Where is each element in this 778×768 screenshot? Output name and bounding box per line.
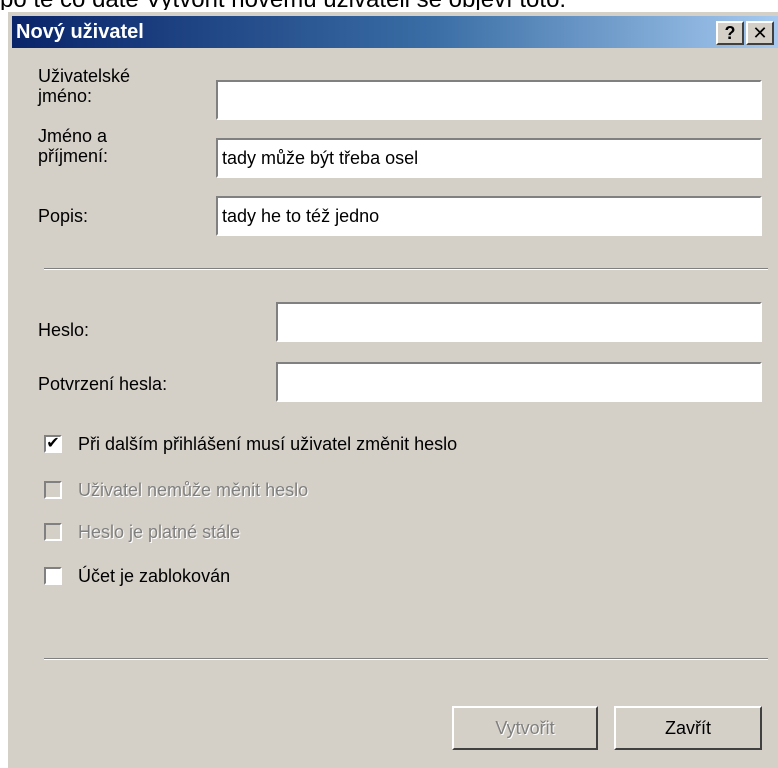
- password-confirm-input[interactable]: [276, 362, 762, 402]
- checkbox-cannot-change-password-box: [44, 481, 62, 499]
- checkbox-must-change-password[interactable]: ✔ Při dalším přihlášení musí uživatel zm…: [44, 432, 457, 456]
- new-user-dialog: Nový uživatel ? ✕ Uživatelské jméno: Jmé…: [6, 10, 778, 768]
- titlebar[interactable]: Nový uživatel ? ✕: [12, 16, 778, 48]
- checkbox-must-change-password-label: Při dalším přihlášení musí uživatel změn…: [78, 433, 458, 454]
- password-label: Heslo:: [38, 320, 90, 340]
- page-caption: po té co dáte Vytvořit novému uživateli …: [0, 0, 778, 10]
- username-input[interactable]: [216, 80, 762, 120]
- close-button[interactable]: Zavřít: [614, 706, 762, 750]
- separator-top: [44, 268, 768, 270]
- close-window-button[interactable]: ✕: [746, 21, 774, 45]
- create-button[interactable]: Vytvořit: [452, 706, 598, 750]
- fullname-label-line2: příjmení:: [38, 146, 109, 166]
- checkbox-must-change-password-box[interactable]: ✔: [44, 435, 62, 453]
- checkbox-cannot-change-password: Uživatel nemůže měnit heslo: [44, 478, 308, 502]
- help-button[interactable]: ?: [716, 21, 744, 45]
- checkbox-cannot-change-password-label: Uživatel nemůže měnit heslo: [78, 479, 309, 500]
- username-label: Uživatelské jméno:: [38, 66, 130, 106]
- description-label: Popis:: [38, 206, 89, 226]
- checkbox-password-never-expires: Heslo je platné stále: [44, 520, 240, 544]
- checkbox-password-never-expires-box: [44, 523, 62, 541]
- username-label-line2: jméno:: [38, 86, 93, 106]
- checkbox-account-disabled-label: Účet je zablokován: [78, 565, 231, 586]
- checkbox-account-disabled[interactable]: Účet je zablokován: [44, 564, 230, 588]
- checkbox-account-disabled-box[interactable]: [44, 567, 62, 585]
- fullname-label: Jméno a příjmení:: [38, 126, 108, 166]
- checkbox-password-never-expires-label: Heslo je platné stále: [78, 521, 241, 542]
- description-input[interactable]: [216, 196, 762, 236]
- separator-bottom: [44, 658, 768, 660]
- fullname-label-line1: Jméno a: [38, 126, 108, 146]
- password-confirm-label: Potvrzení hesla:: [38, 374, 168, 394]
- password-input[interactable]: [276, 302, 762, 342]
- fullname-input[interactable]: [216, 138, 762, 178]
- username-label-line1: Uživatelské: [38, 66, 131, 86]
- window-title: Nový uživatel: [16, 21, 144, 43]
